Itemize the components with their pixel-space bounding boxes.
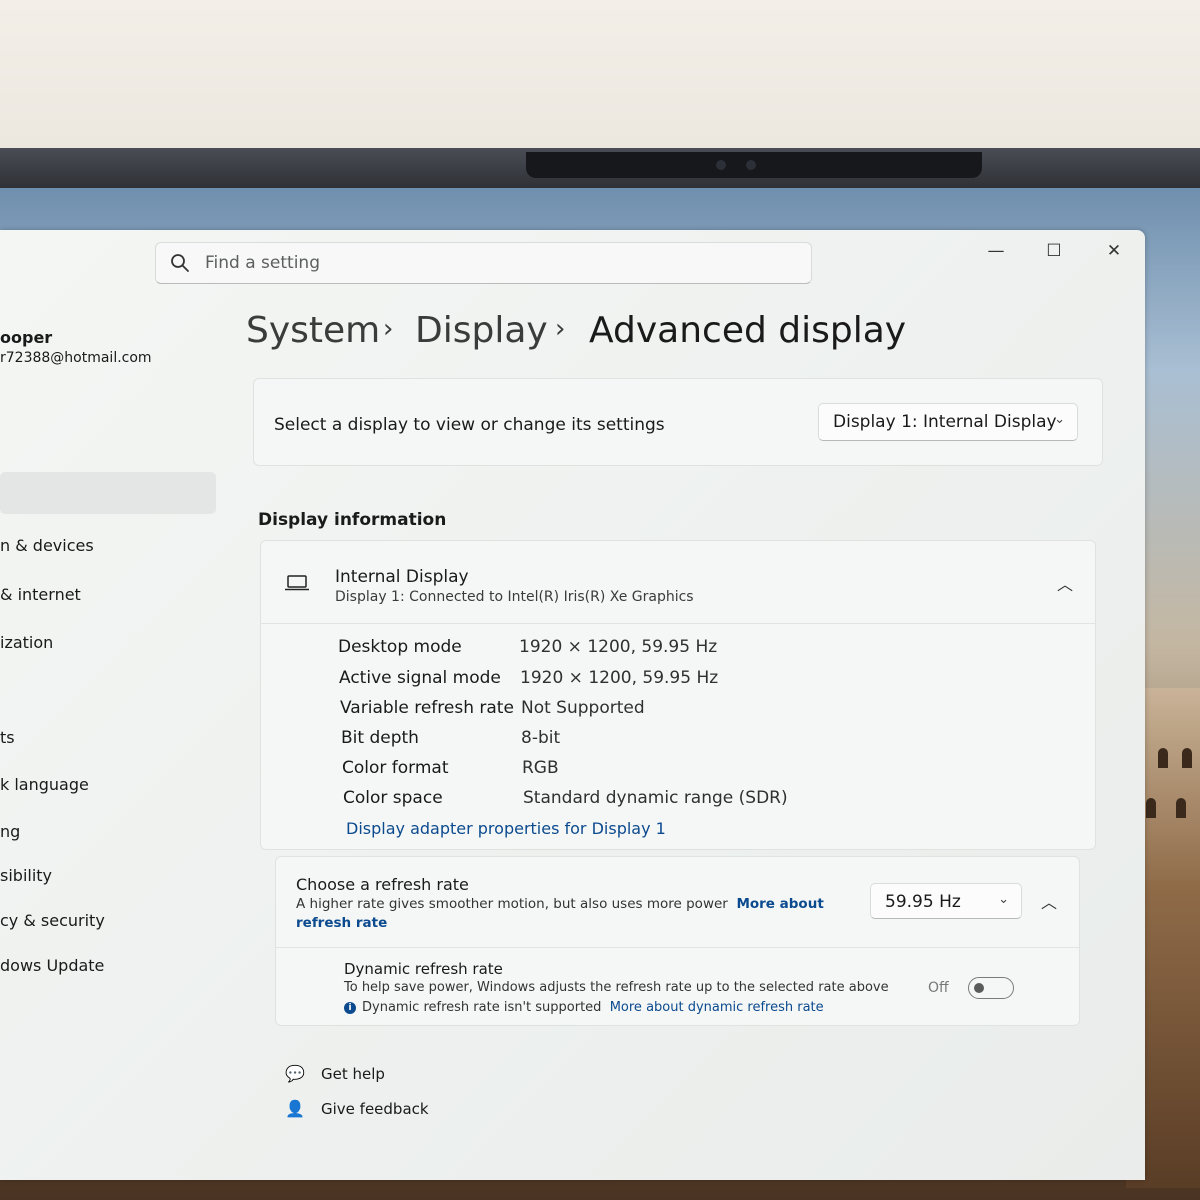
row-value-desktop-mode: 1920 × 1200, 59.95 Hz xyxy=(519,637,718,657)
get-help-label: Get help xyxy=(321,1065,385,1083)
search-icon xyxy=(171,254,189,272)
refresh-rate-title: Choose a refresh rate xyxy=(296,875,469,894)
page-title: Advanced display xyxy=(589,310,907,351)
chevron-up-icon[interactable]: ︿ xyxy=(1041,889,1057,913)
display-select-dropdown[interactable]: Display 1: Internal Display ⌄ xyxy=(818,403,1078,441)
breadcrumb-system[interactable]: System xyxy=(246,310,380,351)
sidebar-item-accessibility[interactable]: sibility xyxy=(0,866,52,885)
sidebar-item-privacy-security[interactable]: cy & security xyxy=(0,911,105,930)
camera-lens xyxy=(746,160,756,170)
row-value-color-format: RGB xyxy=(522,758,559,778)
refresh-rate-dropdown[interactable]: 59.95 Hz ⌄ xyxy=(870,883,1022,919)
camera-sensor xyxy=(716,160,726,170)
display-select-value: Display 1: Internal Display xyxy=(833,412,1057,432)
give-feedback-link[interactable]: 👤 Give feedback xyxy=(285,1099,429,1118)
refresh-rate-card: Choose a refresh rate A higher rate give… xyxy=(275,856,1080,1026)
dynamic-refresh-toggle-label: Off xyxy=(928,980,949,996)
sidebar-item-windows-update[interactable]: dows Update xyxy=(0,956,104,975)
give-feedback-label: Give feedback xyxy=(321,1100,429,1118)
row-key-color-space: Color space xyxy=(343,788,443,808)
info-icon: i xyxy=(344,1002,356,1014)
help-chat-icon: 💬 xyxy=(285,1064,305,1083)
display-info-card: Internal Display Display 1: Connected to… xyxy=(260,540,1096,850)
camera-notch xyxy=(526,152,982,178)
sidebar-item-devices[interactable]: n & devices xyxy=(0,536,94,555)
dynamic-refresh-rate-note: i Dynamic refresh rate isn't supported Mo… xyxy=(344,1000,824,1015)
toggle-knob xyxy=(974,983,984,993)
display-adapter-properties-link[interactable]: Display adapter properties for Display 1 xyxy=(346,819,666,838)
user-name: ooper xyxy=(0,328,53,347)
sidebar-item-accounts[interactable]: ts xyxy=(0,728,15,747)
row-key-color-format: Color format xyxy=(342,758,449,778)
wall-background xyxy=(0,0,1200,150)
row-value-color-space: Standard dynamic range (SDR) xyxy=(523,788,788,808)
chevron-down-icon: ⌄ xyxy=(998,892,1009,907)
building-window xyxy=(1158,748,1168,768)
breadcrumb-display[interactable]: Display xyxy=(415,310,548,351)
row-value-active-signal-mode: 1920 × 1200, 59.95 Hz xyxy=(520,668,719,688)
more-about-dynamic-refresh-link[interactable]: More about dynamic refresh rate xyxy=(610,1000,824,1015)
dynamic-refresh-rate-description: To help save power, Windows adjusts the … xyxy=(344,980,889,995)
building-window xyxy=(1146,798,1156,818)
breadcrumb-separator: › xyxy=(383,314,394,344)
maximize-button[interactable]: ☐ xyxy=(1034,236,1074,266)
display-connection: Display 1: Connected to Intel(R) Iris(R)… xyxy=(335,589,694,605)
section-title-display-information: Display information xyxy=(258,510,447,530)
row-value-bit-depth: 8-bit xyxy=(521,728,561,748)
row-value-variable-refresh-rate: Not Supported xyxy=(521,698,645,718)
close-button[interactable]: ✕ xyxy=(1094,236,1134,266)
refresh-rate-value: 59.95 Hz xyxy=(885,892,961,912)
feedback-icon: 👤 xyxy=(285,1099,305,1118)
search-placeholder: Find a setting xyxy=(205,253,320,273)
breadcrumb-separator: › xyxy=(555,314,566,344)
row-key-variable-refresh-rate: Variable refresh rate xyxy=(340,698,514,718)
dynamic-refresh-unsupported-text: Dynamic refresh rate isn't supported xyxy=(362,1000,602,1015)
dynamic-refresh-toggle[interactable] xyxy=(968,977,1014,999)
building-window xyxy=(1182,748,1192,768)
row-key-active-signal-mode: Active signal mode xyxy=(339,668,501,688)
chevron-down-icon: ⌄ xyxy=(1054,412,1065,427)
refresh-rate-description-text: A higher rate gives smoother motion, but… xyxy=(296,896,728,912)
display-select-label: Select a display to view or change its s… xyxy=(274,415,665,435)
sidebar-item-gaming[interactable]: ng xyxy=(0,822,20,841)
display-info-header[interactable]: Internal Display Display 1: Connected to… xyxy=(261,541,1095,624)
sidebar-item-time-language[interactable]: k language xyxy=(0,775,89,794)
dynamic-refresh-rate-title: Dynamic refresh rate xyxy=(344,960,503,978)
row-key-desktop-mode: Desktop mode xyxy=(338,637,462,657)
sidebar-item-personalization[interactable]: ization xyxy=(0,633,53,652)
chevron-up-icon[interactable]: ︿ xyxy=(1057,571,1073,595)
search-input[interactable]: Find a setting xyxy=(155,242,812,284)
settings-window: — ☐ ✕ Find a setting ooper r72388@hotmai… xyxy=(0,230,1145,1180)
row-key-bit-depth: Bit depth xyxy=(341,728,419,748)
building-window xyxy=(1176,798,1186,818)
display-name: Internal Display xyxy=(335,567,469,587)
refresh-rate-description: A higher rate gives smoother motion, but… xyxy=(296,895,856,933)
user-email: r72388@hotmail.com xyxy=(0,350,152,366)
laptop-icon xyxy=(285,575,309,591)
sidebar-item-system-selected[interactable] xyxy=(0,472,216,514)
minimize-button[interactable]: — xyxy=(976,236,1016,266)
dynamic-refresh-rate-row: Dynamic refresh rate To help save power,… xyxy=(276,947,1079,1026)
sidebar-item-network[interactable]: & internet xyxy=(0,585,81,604)
get-help-link[interactable]: 💬 Get help xyxy=(285,1064,385,1083)
display-select-card: Select a display to view or change its s… xyxy=(253,378,1103,466)
